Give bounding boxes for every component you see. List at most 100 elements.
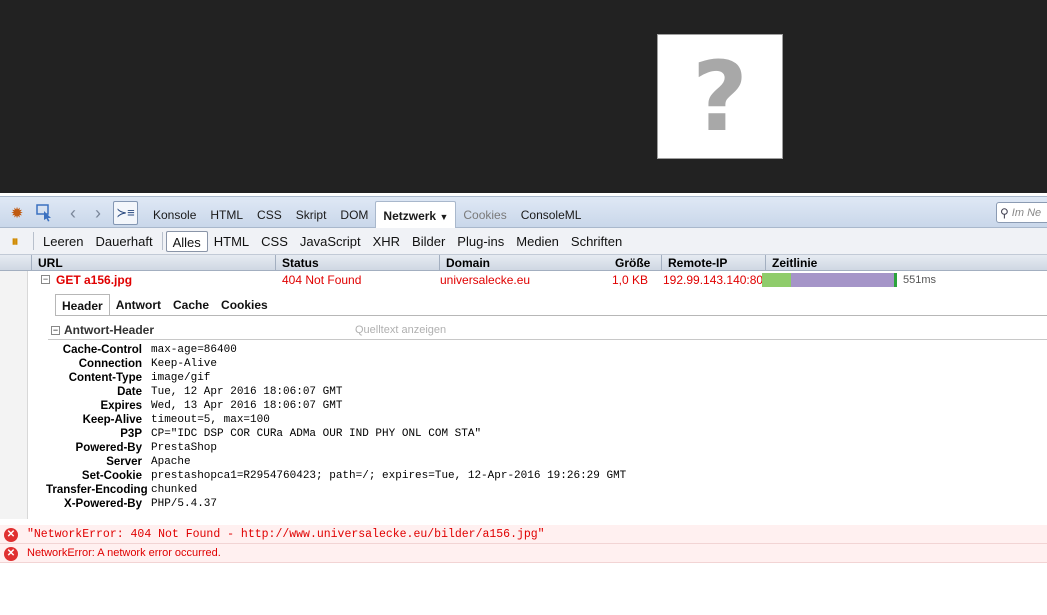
header-row: Keep-Alive timeout=5, max=100 — [46, 413, 626, 427]
tab-netzwerk-label: Netzwerk — [383, 209, 437, 223]
header-name: Set-Cookie — [81, 470, 142, 482]
header-name: Expires — [100, 400, 142, 412]
header-value: image/gif — [151, 372, 211, 384]
filter-css-button[interactable]: CSS — [255, 231, 294, 252]
filter-html-button[interactable]: HTML — [208, 231, 255, 252]
header-value: prestashopca1=R2954760423; path=/; expir… — [151, 470, 627, 482]
header-value: Keep-Alive — [151, 358, 218, 370]
console-error-row[interactable]: ✕ "NetworkError: 404 Not Found - http://… — [0, 525, 1047, 544]
header-row: Transfer-Encoding chunked — [46, 483, 626, 497]
header-value: timeout=5, max=100 — [151, 414, 270, 426]
clear-button[interactable]: Leeren — [37, 231, 89, 252]
request-size: 1,0 KB — [611, 273, 648, 287]
tab-cookies-detail[interactable]: Cookies — [215, 294, 274, 316]
tab-cookies[interactable]: Cookies — [456, 203, 513, 229]
collapse-icon[interactable]: − — [51, 326, 60, 335]
header-name: X-Powered-By — [64, 498, 142, 510]
search-icon: ⚲ — [1000, 205, 1009, 220]
tab-html[interactable]: HTML — [203, 203, 250, 229]
header-name: Keep-Alive — [82, 414, 142, 426]
column-url[interactable]: URL — [31, 255, 271, 271]
header-name: Connection — [78, 358, 142, 370]
header-name: Server — [106, 456, 142, 468]
filter-javascript-button[interactable]: JavaScript — [294, 231, 367, 252]
filter-fonts-button[interactable]: Schriften — [565, 231, 628, 252]
error-message[interactable]: "NetworkError: 404 Not Found - http://ww… — [27, 525, 545, 544]
timeline-bar[interactable] — [762, 273, 897, 287]
firebug-toolbar: ✹ ‹ › ≻≡ Konsole HTML CSS Skript DOM Net… — [0, 196, 1047, 229]
request-time: 551ms — [903, 274, 937, 286]
broken-image-placeholder: ? — [657, 34, 783, 159]
inspect-icon[interactable] — [34, 202, 56, 224]
persist-button[interactable]: Dauerhaft — [89, 231, 158, 252]
header-value: PrestaShop — [151, 442, 218, 454]
request-status: 404 Not Found — [282, 273, 362, 287]
header-row: Content-Type image/gif — [46, 371, 626, 385]
header-row: Expires Wed, 13 Apr 2016 18:06:07 GMT — [46, 399, 626, 413]
request-remote-ip: 192.99.143.140:80 — [663, 273, 764, 287]
divider — [55, 315, 1047, 316]
toolbar-divider — [33, 232, 34, 250]
column-remote-ip[interactable]: Remote-IP — [661, 255, 761, 271]
header-row: P3P CP="IDC DSP COR CURa ADMa OUR IND PHY… — [46, 427, 626, 441]
header-row: Powered-By PrestaShop — [46, 441, 626, 455]
left-gutter — [0, 271, 28, 519]
header-row: X-Powered-By PHP/5.4.37 — [46, 497, 626, 511]
error-message[interactable]: NetworkError: A network error occurred. — [27, 544, 221, 563]
tab-konsole[interactable]: Konsole — [146, 203, 203, 229]
filter-images-button[interactable]: Bilder — [406, 231, 451, 252]
page-viewport: ? — [0, 0, 1047, 193]
search-input[interactable]: ⚲ Im Ne — [996, 202, 1047, 223]
column-timeline[interactable]: Zeitlinie — [765, 255, 1047, 271]
back-icon[interactable]: ‹ — [62, 202, 84, 224]
header-value: Apache — [151, 456, 191, 468]
forward-icon[interactable]: › — [87, 202, 109, 224]
column-status[interactable]: Status — [275, 255, 435, 271]
header-value: Wed, 13 Apr 2016 18:06:07 GMT — [151, 400, 343, 412]
console-errors: ✕ "NetworkError: 404 Not Found - http://… — [0, 519, 1047, 563]
timeline-end-marker — [894, 273, 897, 287]
column-size[interactable]: Größe — [609, 255, 657, 271]
header-name: Content-Type — [68, 372, 142, 384]
tab-dom[interactable]: DOM — [333, 203, 375, 229]
view-source-link[interactable]: Quelltext anzeigen — [355, 322, 446, 338]
console-error-row[interactable]: ✕ NetworkError: A network error occurred… — [0, 544, 1047, 563]
section-title[interactable]: Antwort-Header — [64, 322, 154, 338]
request-url[interactable]: GET a156.jpg — [56, 271, 132, 289]
collapse-icon[interactable]: − — [41, 275, 50, 284]
response-headers-section: − Antwort-Header Quelltext anzeigen — [48, 322, 1047, 340]
header-row: Server Apache — [46, 455, 626, 469]
error-icon: ✕ — [4, 528, 18, 542]
command-line-icon[interactable]: ≻≡ — [113, 201, 138, 225]
filter-plugins-button[interactable]: Plug-ins — [451, 231, 510, 252]
header-row: Connection Keep-Alive — [46, 357, 626, 371]
firebug-icon[interactable]: ✹ — [6, 202, 28, 224]
tab-skript[interactable]: Skript — [289, 203, 334, 229]
tab-header[interactable]: Header — [55, 294, 110, 316]
tab-consoleml[interactable]: ConsoleML — [514, 203, 589, 229]
header-name: Date — [117, 386, 142, 398]
header-name: Powered-By — [75, 442, 142, 454]
tab-css[interactable]: CSS — [250, 203, 289, 229]
filter-all-button[interactable]: Alles — [165, 230, 208, 252]
network-column-header: URL Status Domain Größe Remote-IP Zeitli… — [0, 255, 1047, 271]
header-row: Set-Cookie prestashopca1=R2954760423; pat… — [46, 469, 626, 483]
tab-cache[interactable]: Cache — [167, 294, 215, 316]
filter-media-button[interactable]: Medien — [510, 231, 565, 252]
column-domain[interactable]: Domain — [439, 255, 609, 271]
tab-response[interactable]: Antwort — [110, 294, 167, 316]
error-icon: ✕ — [4, 547, 18, 561]
header-value: Tue, 12 Apr 2016 18:06:07 GMT — [151, 386, 343, 398]
xhr-breakpoint-icon[interactable]: ⏸ — [0, 228, 30, 255]
table-row[interactable]: − GET a156.jpg 404 Not Found universalec… — [28, 271, 1047, 289]
header-name: Transfer-Encoding — [46, 484, 148, 496]
search-placeholder: Im Ne — [1011, 206, 1042, 219]
timeline-receiving-segment — [791, 273, 894, 287]
header-value: max-age=86400 — [151, 344, 237, 356]
response-headers-table: Cache-Control max-age=86400 Connection Keep… — [46, 343, 626, 511]
tab-netzwerk[interactable]: Netzwerk ▼ — [375, 201, 457, 229]
chevron-down-icon[interactable]: ▼ — [439, 212, 448, 222]
header-name: Cache-Control — [62, 344, 142, 356]
request-detail-tabs: Header Antwort Cache Cookies — [55, 294, 274, 316]
filter-xhr-button[interactable]: XHR — [367, 231, 406, 252]
